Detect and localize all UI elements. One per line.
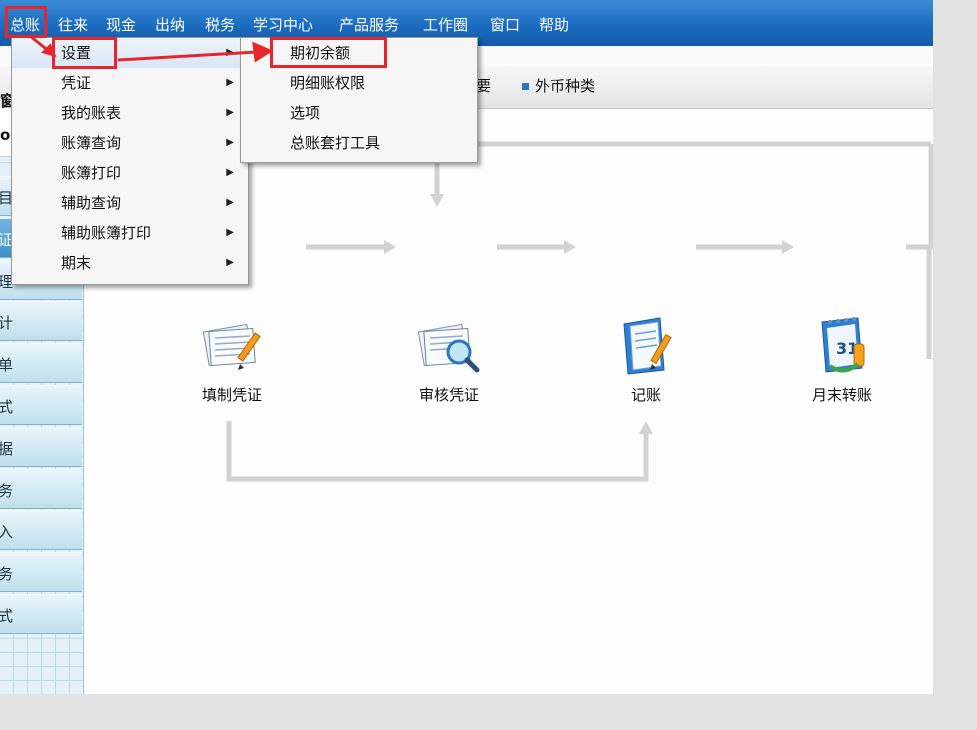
left-nav-item-label: 务: [0, 481, 14, 500]
flow-node-post[interactable]: 记账: [586, 314, 706, 405]
dropdown-item[interactable]: 账簿查询 ▶: [12, 128, 248, 158]
flow-node-label: 记账: [630, 386, 661, 404]
dropdown-item-label: 辅助查询: [61, 194, 122, 212]
left-nav-item[interactable]: 据: [0, 426, 82, 467]
menu-tax[interactable]: 税务: [205, 14, 235, 35]
left-nav-item[interactable]: 式: [0, 594, 82, 634]
submenu-arrow-icon: ▶: [226, 137, 234, 148]
toolbar-item-partial[interactable]: 要: [476, 75, 491, 96]
submenu-item-print-tool[interactable]: 总账套打工具: [241, 128, 477, 158]
arrowhead: [639, 421, 653, 434]
flow-node-label: 填制凭证: [201, 386, 262, 404]
dropdown-item[interactable]: 设置 ▶: [12, 38, 248, 68]
left-nav-item-label: 单: [0, 356, 14, 375]
menu-cashier[interactable]: 出纳: [155, 14, 185, 35]
toolbar-item-currency-type[interactable]: 外币种类: [522, 75, 595, 96]
general-ledger-dropdown: 设置 ▶ 凭证 ▶ 我的账表 ▶ 账簿查询 ▶ 账簿打印 ▶ 辅助查询 ▶ 辅助账簿打印 ▶ 期末 ▶: [11, 37, 249, 285]
submenu-arrow-icon: ▶: [226, 47, 234, 58]
arrowhead: [430, 194, 444, 207]
currency-square-icon: [522, 83, 529, 90]
left-nav-item-label: 计: [0, 314, 14, 333]
menu-help[interactable]: 帮助: [539, 14, 569, 35]
dropdown-item-label: 账簿打印: [61, 164, 122, 182]
left-nav-item[interactable]: 计: [0, 301, 82, 342]
dropdown-item-label: 辅助账簿打印: [61, 224, 152, 242]
submenu-arrow-icon: ▶: [226, 197, 234, 208]
left-nav-item[interactable]: 式: [0, 385, 82, 425]
left-nav-item[interactable]: 单: [0, 343, 82, 384]
calendar-transfer-icon: 31: [810, 314, 874, 378]
voucher-pen-icon: [200, 314, 264, 378]
submenu-arrow-icon: ▶: [226, 107, 234, 118]
loop-fill-to-post: [226, 421, 649, 482]
menu-window[interactable]: 窗口: [490, 14, 520, 35]
left-nav-item-label: 式: [0, 607, 14, 625]
menu-product-service[interactable]: 产品服务: [339, 14, 399, 35]
flow-node-label: 月末转账: [811, 386, 872, 404]
highlight-box-opening-balance: [270, 37, 387, 68]
arrowhead: [782, 240, 794, 254]
flow-node-fill-voucher[interactable]: 填制凭证: [172, 314, 292, 405]
menu-learning-center[interactable]: 学习中心: [253, 14, 313, 35]
left-nav-item[interactable]: 务: [0, 468, 82, 509]
menu-work-circle[interactable]: 工作圈: [423, 14, 468, 35]
left-nav-char: o: [0, 126, 11, 144]
menu-cash[interactable]: 现金: [106, 14, 136, 35]
highlight-box-menu: [5, 6, 47, 38]
left-nav-item[interactable]: 务: [0, 552, 82, 593]
submenu-item-options[interactable]: 选项: [241, 98, 477, 128]
left-nav-item-label: 务: [0, 565, 14, 584]
dropdown-item-label: 我的账表: [61, 104, 122, 122]
dropdown-item[interactable]: 期末 ▶: [12, 248, 248, 278]
loop-back-to-audit: [434, 141, 931, 194]
arrowhead: [384, 240, 396, 254]
dropdown-item-label: 凭证: [61, 74, 92, 92]
dropdown-item[interactable]: 辅助查询 ▶: [12, 188, 248, 218]
dropdown-item[interactable]: 我的账表 ▶: [12, 98, 248, 128]
submenu-arrow-icon: ▶: [226, 257, 234, 268]
dropdown-item-label: 期末: [61, 254, 92, 272]
dropdown-item[interactable]: 账簿打印 ▶: [12, 158, 248, 188]
left-nav-item[interactable]: 入: [0, 510, 82, 551]
arrowhead: [564, 240, 576, 254]
left-nav-item-label: 式: [0, 398, 14, 416]
flow-node-month-end-transfer[interactable]: 31 月末转账: [782, 314, 902, 405]
left-nav-item-label: 据: [0, 439, 14, 458]
book-pen-icon: [614, 314, 678, 378]
left-nav-item-label: 入: [0, 523, 14, 542]
submenu-arrow-icon: ▶: [226, 227, 234, 238]
submenu-arrow-icon: ▶: [226, 77, 234, 88]
dropdown-item[interactable]: 凭证 ▶: [12, 68, 248, 98]
dropdown-item[interactable]: 辅助账簿打印 ▶: [12, 218, 248, 248]
highlight-box-settings: [52, 37, 117, 69]
dropdown-item-label: 账簿查询: [61, 134, 122, 152]
submenu-arrow-icon: ▶: [226, 167, 234, 178]
flow-node-audit-voucher[interactable]: 审核凭证: [389, 314, 509, 405]
flow-node-label: 审核凭证: [418, 386, 479, 404]
voucher-magnifier-icon: [417, 314, 481, 378]
menu-contacts[interactable]: 往来: [58, 14, 88, 35]
submenu-item-detail-permission[interactable]: 明细账权限: [241, 68, 477, 98]
